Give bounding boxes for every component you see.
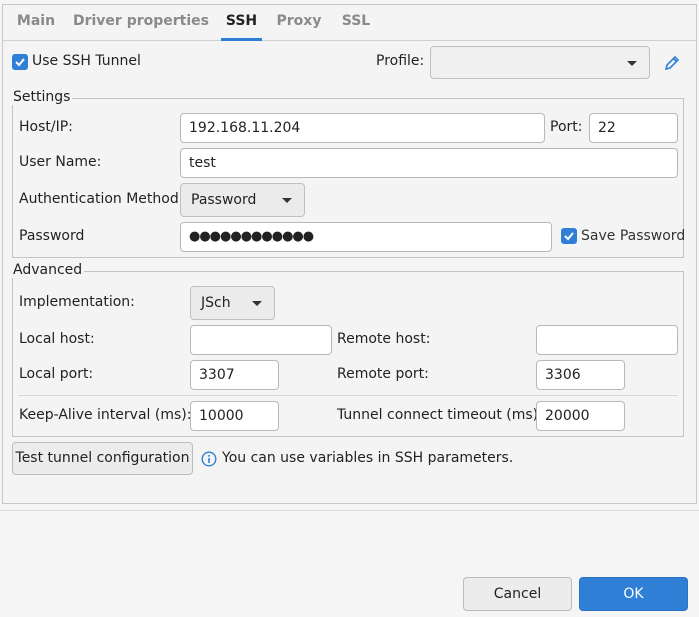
auth-method-select[interactable]: Password: [180, 183, 305, 217]
auth-method-value: Password: [191, 192, 257, 208]
local-port-input[interactable]: [190, 360, 279, 390]
remote-port-label: Remote port:: [337, 366, 429, 382]
save-password-label[interactable]: Save Password: [581, 228, 685, 244]
ok-button[interactable]: OK: [579, 577, 688, 611]
port-label: Port:: [550, 119, 583, 135]
tab-ssl[interactable]: SSL: [336, 4, 376, 41]
keepalive-label: Keep-Alive interval (ms):: [19, 407, 192, 423]
cancel-button[interactable]: Cancel: [463, 577, 572, 611]
host-input[interactable]: [180, 113, 545, 143]
info-text: You can use variables in SSH parameters.: [222, 450, 514, 466]
profile-label: Profile:: [376, 53, 425, 69]
implementation-select[interactable]: JSch: [190, 286, 275, 320]
implementation-value: JSch: [201, 295, 231, 311]
host-label: Host/IP:: [19, 119, 73, 135]
auth-method-label: Authentication Method:: [19, 191, 184, 207]
tab-ssh[interactable]: SSH: [221, 4, 262, 41]
settings-legend: Settings: [11, 89, 73, 105]
footer-divider: [0, 510, 699, 511]
chevron-down-icon: [627, 61, 637, 66]
remote-host-input[interactable]: [536, 325, 678, 355]
info-icon: [201, 451, 217, 467]
tab-main[interactable]: Main: [10, 4, 62, 41]
tab-proxy[interactable]: Proxy: [272, 4, 326, 41]
local-port-label: Local port:: [19, 366, 94, 382]
tunnel-timeout-label: Tunnel connect timeout (ms):: [337, 407, 543, 423]
checkmark-icon: [15, 58, 25, 67]
use-ssh-tunnel-checkbox[interactable]: [12, 54, 28, 70]
keepalive-input[interactable]: [190, 401, 279, 431]
test-tunnel-button[interactable]: Test tunnel configuration: [12, 442, 193, 475]
local-host-input[interactable]: [190, 325, 332, 355]
local-host-label: Local host:: [19, 331, 95, 347]
profile-select[interactable]: [430, 46, 650, 79]
checkmark-icon: [564, 232, 574, 241]
tab-driver-properties[interactable]: Driver properties: [70, 4, 212, 41]
password-label: Password: [19, 228, 85, 244]
use-ssh-tunnel-label[interactable]: Use SSH Tunnel: [32, 53, 141, 69]
chevron-down-icon: [252, 301, 262, 306]
implementation-label: Implementation:: [19, 294, 135, 310]
advanced-legend: Advanced: [11, 262, 85, 278]
edit-profile-icon[interactable]: [663, 54, 681, 72]
tab-bar: Main Driver properties SSH Proxy SSL: [2, 4, 697, 41]
port-input[interactable]: [589, 113, 678, 143]
save-password-checkbox[interactable]: [561, 228, 577, 244]
user-name-label: User Name:: [19, 154, 102, 170]
chevron-down-icon: [282, 198, 292, 203]
password-input[interactable]: ●●●●●●●●●●●●: [180, 222, 552, 252]
remote-host-label: Remote host:: [337, 331, 431, 347]
remote-port-input[interactable]: [536, 360, 625, 390]
user-name-input[interactable]: [180, 148, 678, 178]
tunnel-timeout-input[interactable]: [536, 401, 625, 431]
advanced-divider: [18, 395, 678, 396]
